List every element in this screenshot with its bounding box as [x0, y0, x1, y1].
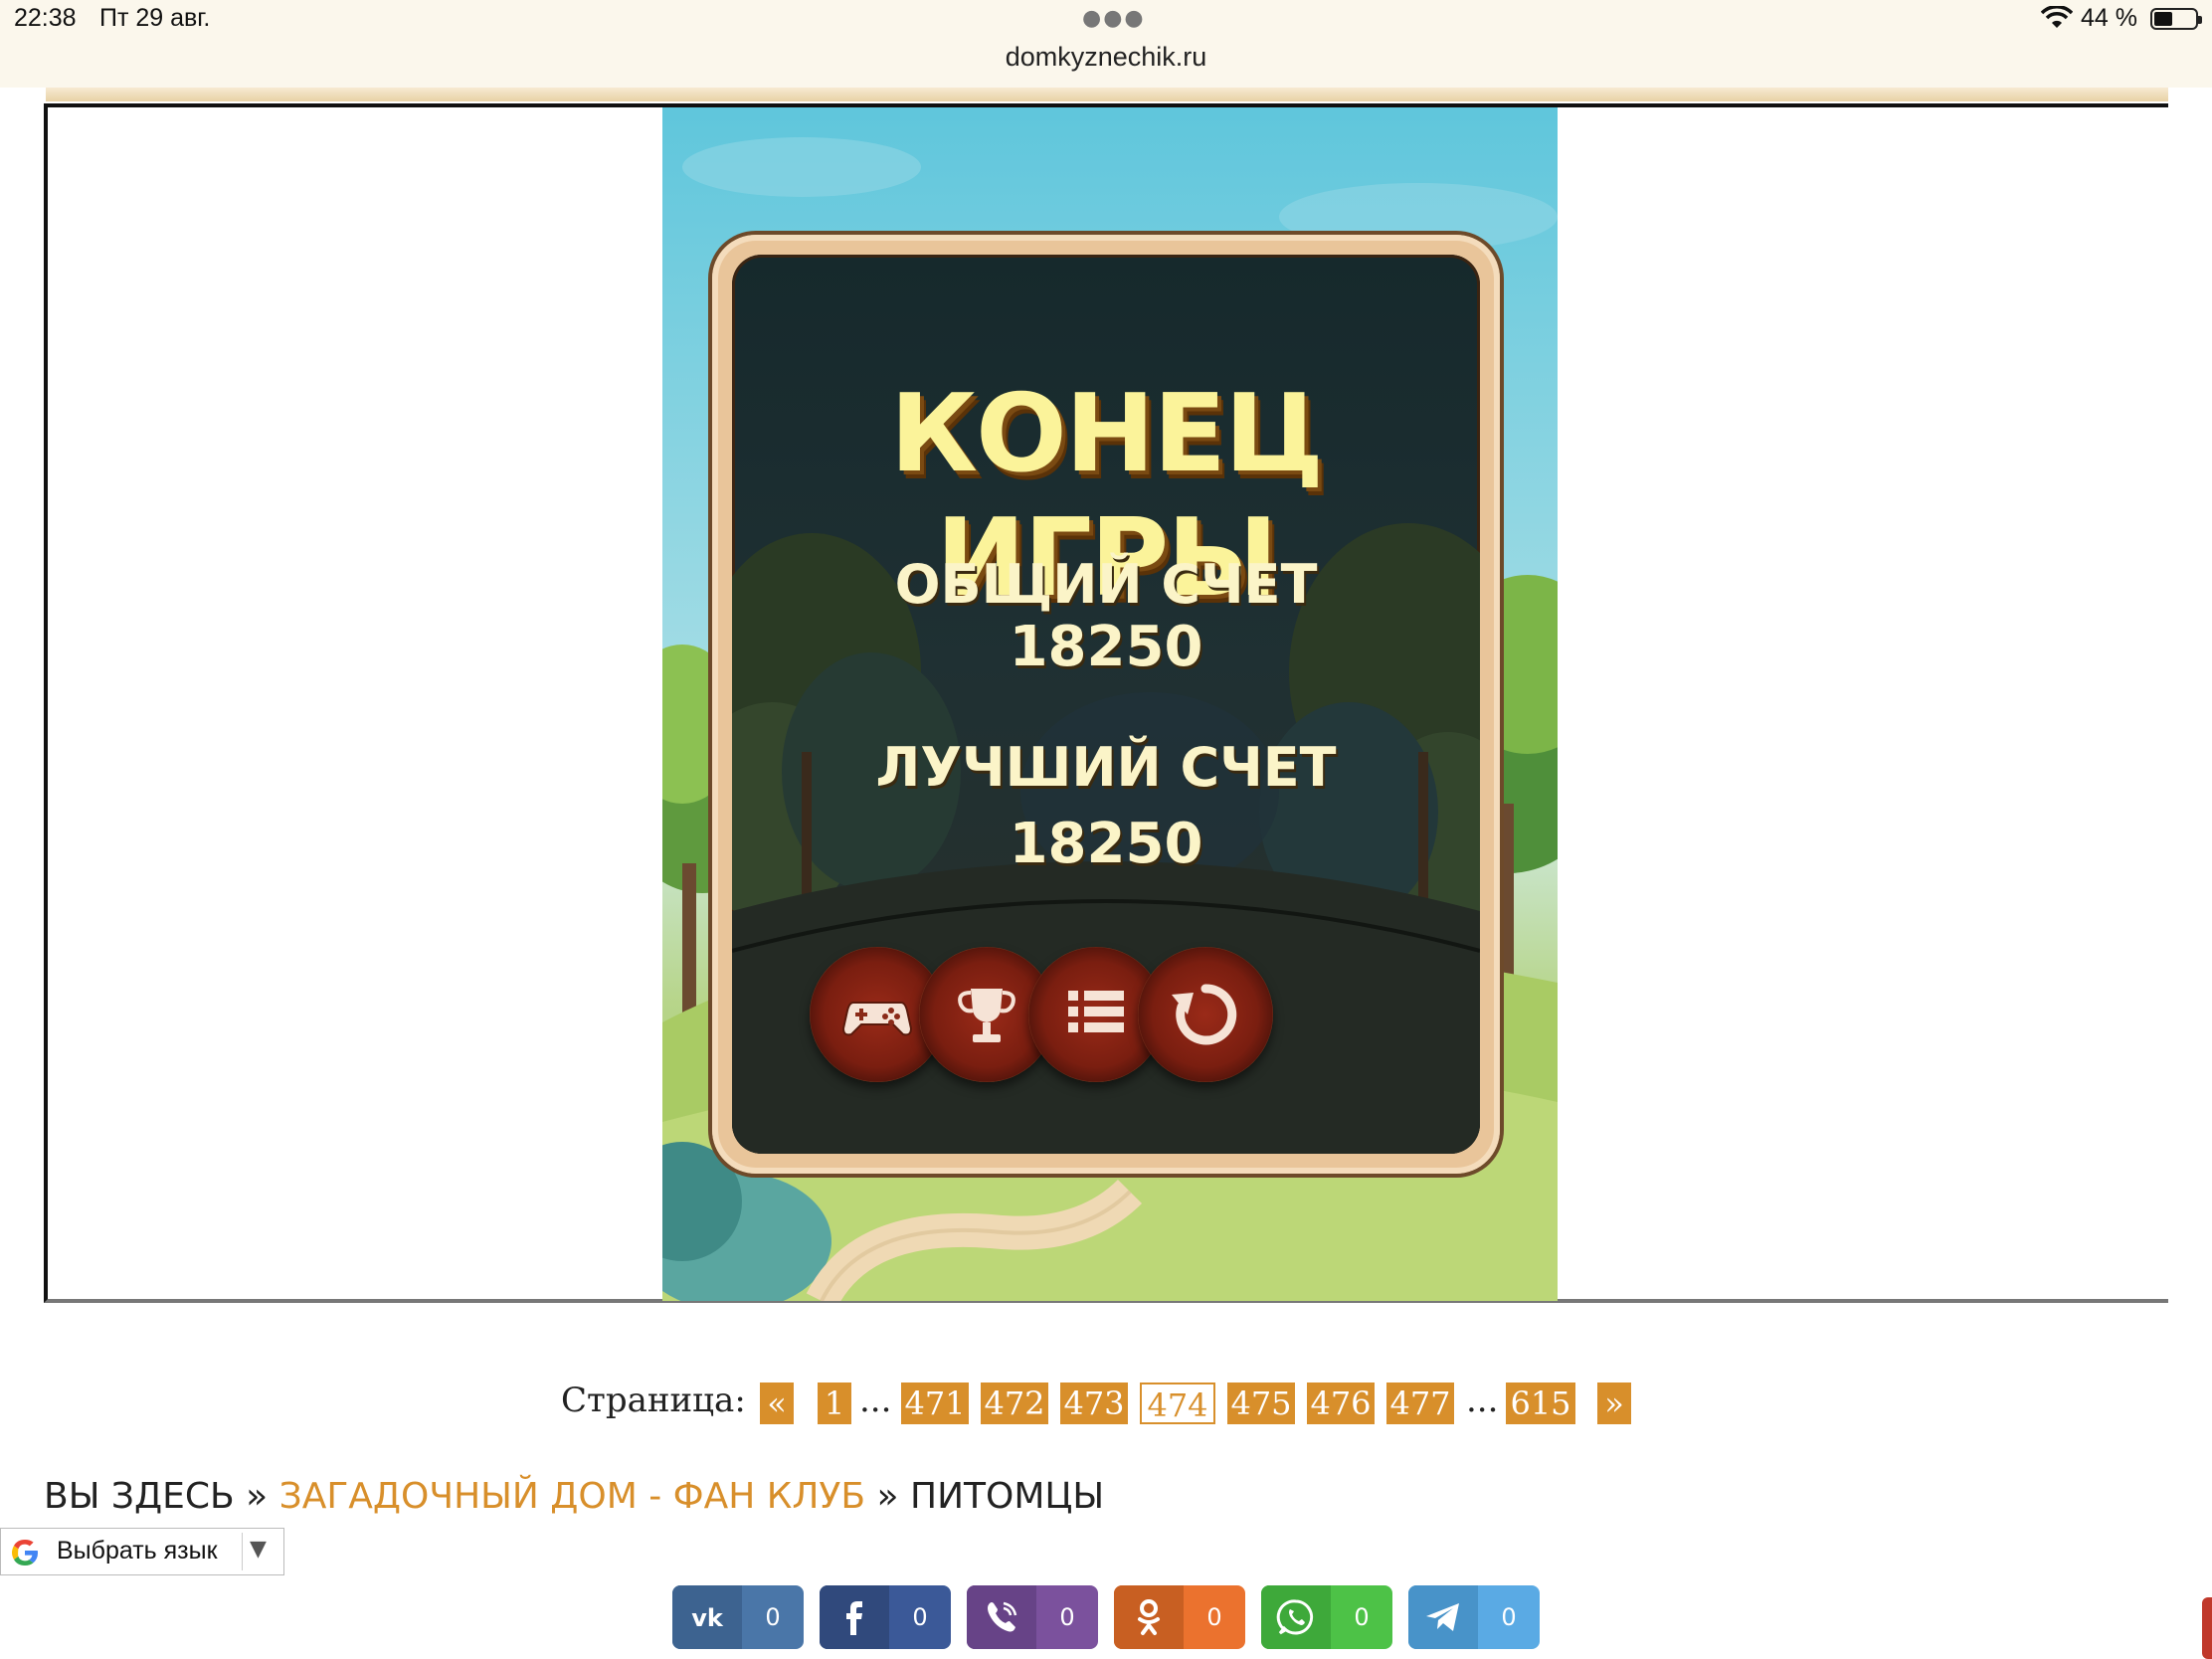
share-vk-button[interactable]: vk 0 — [672, 1585, 804, 1649]
pagination-next[interactable]: » — [1597, 1382, 1631, 1424]
whatsapp-icon — [1276, 1599, 1314, 1635]
google-g-icon — [12, 1540, 38, 1566]
pagination-page[interactable]: 473 — [1060, 1382, 1128, 1424]
share-facebook-icon-bg — [820, 1585, 889, 1649]
list-icon — [1068, 991, 1124, 1032]
telegram-icon — [1426, 1603, 1459, 1631]
breadcrumb-prefix: ВЫ ЗДЕСЬ — [44, 1476, 235, 1517]
restart-button[interactable] — [1138, 947, 1273, 1082]
svg-text:vk: vk — [691, 1604, 724, 1632]
pagination-page-current[interactable]: 474 — [1140, 1382, 1215, 1424]
share-telegram-count: 0 — [1501, 1603, 1517, 1631]
language-select[interactable]: Выбрать язык ▼ — [0, 1528, 284, 1575]
vk-icon: vk — [691, 1604, 724, 1632]
share-telegram-icon-bg — [1408, 1585, 1478, 1649]
address-url[interactable]: domkyznechik.ru — [0, 42, 2212, 73]
share-whatsapp-icon-bg — [1261, 1585, 1331, 1649]
breadcrumb-link-fan-club[interactable]: ЗАГАДОЧНЫЙ ДОМ - ФАН КЛУБ — [279, 1476, 865, 1517]
share-viber-count: 0 — [1059, 1603, 1075, 1631]
battery-icon — [2150, 8, 2202, 30]
pagination-page[interactable]: 471 — [901, 1382, 969, 1424]
share-facebook-button[interactable]: 0 — [820, 1585, 951, 1649]
dropdown-arrow-icon: ▼ — [250, 1537, 267, 1562]
breadcrumb-separator: » — [246, 1476, 269, 1517]
share-odnoklassniki-button[interactable]: 0 — [1114, 1585, 1245, 1649]
trophy-icon — [958, 989, 1015, 1042]
restart-icon — [1172, 984, 1237, 1045]
pagination-page[interactable]: 476 — [1307, 1382, 1375, 1424]
pagination-label: Страница: — [561, 1381, 746, 1420]
share-telegram-button[interactable]: 0 — [1408, 1585, 1540, 1649]
status-time: 22:38 — [14, 4, 77, 32]
side-edge-tab[interactable] — [2202, 1597, 2212, 1659]
best-score-label: ЛУЧШИЙ СЧЕТ — [875, 736, 1337, 799]
breadcrumb-separator: » — [876, 1476, 899, 1517]
site-header-strip — [46, 88, 2168, 101]
total-score-value: 18250 — [1009, 615, 1203, 679]
total-score-label: ОБЩИЙ СЧЕТ — [894, 553, 1318, 616]
pagination-page[interactable]: 1 — [818, 1382, 851, 1424]
facebook-icon — [846, 1601, 862, 1635]
share-viber-button[interactable]: 0 — [967, 1585, 1098, 1649]
status-bar: 22:38 Пт 29 авг. ●●● domkyznechik.ru 44 … — [0, 0, 2212, 88]
share-odnoklassniki-icon-bg — [1114, 1585, 1184, 1649]
pagination-ellipsis: ... — [1466, 1381, 1499, 1420]
wifi-icon — [2041, 6, 2073, 28]
odnoklassniki-icon — [1138, 1599, 1160, 1635]
pagination-page[interactable]: 615 — [1506, 1382, 1575, 1424]
language-select-label: Выбрать язык — [57, 1537, 218, 1565]
gamepad-icon — [841, 1002, 913, 1036]
share-vk-count: 0 — [765, 1603, 781, 1631]
share-whatsapp-button[interactable]: 0 — [1261, 1585, 1392, 1649]
more-dots-icon[interactable]: ●●● — [1082, 6, 1146, 31]
language-select-divider — [242, 1533, 243, 1570]
battery-percent: 44 % — [2081, 4, 2137, 32]
status-date: Пт 29 авг. — [99, 4, 211, 32]
breadcrumb-current: ПИТОМЦЫ — [910, 1476, 1105, 1517]
share-whatsapp-count: 0 — [1354, 1603, 1370, 1631]
breadcrumb: ВЫ ЗДЕСЬ » ЗАГАДОЧНЫЙ ДОМ - ФАН КЛУБ » П… — [44, 1476, 1104, 1517]
best-score-value: 18250 — [1009, 812, 1203, 876]
share-viber-icon-bg — [967, 1585, 1036, 1649]
viber-icon — [988, 1601, 1017, 1632]
pagination: Страница: « 1 ... 471 472 473 474 475 47… — [0, 1375, 2212, 1424]
game-over-panel-inner: КОНЕЦ ИГРЫ ОБЩИЙ СЧЕТ 18250 ЛУЧШИЙ СЧЕТ … — [732, 255, 1480, 1154]
pagination-page[interactable]: 472 — [981, 1382, 1048, 1424]
share-vk-icon-bg: vk — [672, 1585, 742, 1649]
pagination-ellipsis: ... — [859, 1381, 892, 1420]
pagination-prev[interactable]: « — [760, 1382, 794, 1424]
pagination-page[interactable]: 477 — [1386, 1382, 1454, 1424]
game-over-panel: КОНЕЦ ИГРЫ ОБЩИЙ СЧЕТ 18250 ЛУЧШИЙ СЧЕТ … — [712, 235, 1500, 1174]
share-odnoklassniki-count: 0 — [1206, 1603, 1222, 1631]
pagination-page[interactable]: 475 — [1227, 1382, 1295, 1424]
share-facebook-count: 0 — [912, 1603, 928, 1631]
